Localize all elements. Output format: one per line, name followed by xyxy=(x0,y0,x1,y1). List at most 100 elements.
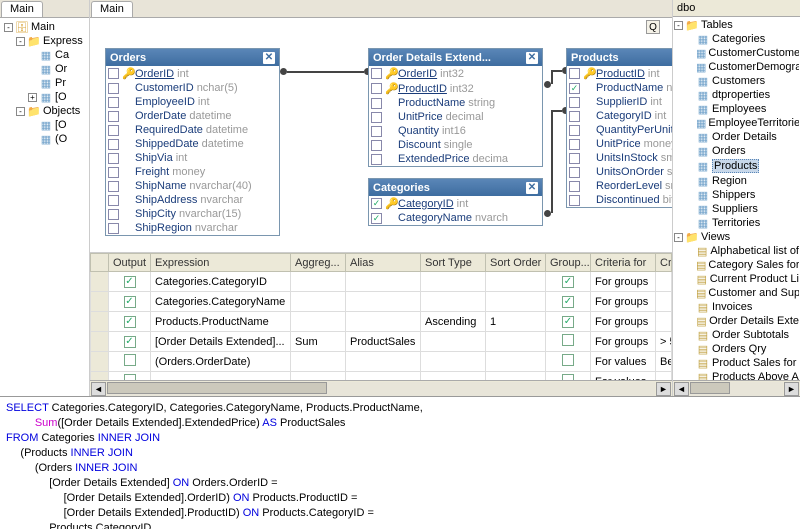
output-checkbox[interactable] xyxy=(124,354,136,366)
col-expression[interactable]: Expression xyxy=(151,254,291,272)
diagram-table-orders[interactable]: Orders✕ 🔑OrderID intCustomerID nchar(5)E… xyxy=(105,48,280,236)
tree-item[interactable]: ▤Customer and Sup xyxy=(674,286,799,300)
tree-item[interactable]: ▦Shippers xyxy=(674,188,799,202)
grid-cell[interactable]: For values xyxy=(591,372,656,381)
tree-toggle-icon[interactable]: - xyxy=(4,23,13,32)
grid-cell[interactable] xyxy=(421,272,486,292)
tree-item[interactable]: ▤Orders Qry xyxy=(674,342,799,356)
tree-item[interactable]: ▦Territories xyxy=(674,216,799,230)
column-checkbox[interactable]: ✓ xyxy=(569,83,580,94)
tree-toggle-icon[interactable]: + xyxy=(28,93,37,102)
close-icon[interactable]: ✕ xyxy=(263,52,275,64)
grid-cell[interactable]: > 5000 xyxy=(656,332,672,352)
column-checkbox[interactable] xyxy=(569,167,580,178)
tree-item[interactable]: ▦Customers xyxy=(674,74,799,88)
column-row[interactable]: RequiredDate datetime xyxy=(106,123,279,137)
grid-cell[interactable] xyxy=(656,272,672,292)
grid-cell[interactable] xyxy=(656,292,672,312)
grid-cell[interactable] xyxy=(291,352,346,372)
tree-item[interactable]: ▤Current Product Li xyxy=(674,272,799,286)
grid-cell[interactable]: For groups xyxy=(591,312,656,332)
grid-cell[interactable] xyxy=(656,312,672,332)
grid-row[interactable]: ✓Products.ProductNameAscending1✓For grou… xyxy=(91,312,672,332)
criteria-grid[interactable]: Output Expression Aggreg... Alias Sort T… xyxy=(90,253,672,380)
tree-item[interactable]: ▤Category Sales for xyxy=(674,258,799,272)
grid-hscroll[interactable]: ◄ ► xyxy=(90,380,672,396)
column-row[interactable]: ExtendedPrice decima xyxy=(369,152,542,166)
grid-cell[interactable]: [Order Details Extended]... xyxy=(151,332,291,352)
scroll-right-icon[interactable]: ► xyxy=(784,382,799,396)
tree-item[interactable]: ▦Employees xyxy=(674,102,799,116)
col-sortorder[interactable]: Sort Order xyxy=(486,254,546,272)
column-checkbox[interactable] xyxy=(569,125,580,136)
column-row[interactable]: ✓ProductName nvarch xyxy=(567,81,672,95)
output-checkbox[interactable]: ✓ xyxy=(124,296,136,308)
grid-cell[interactable] xyxy=(291,312,346,332)
tree-item[interactable]: ▦Categories xyxy=(674,32,799,46)
grid-cell[interactable]: For groups xyxy=(591,292,656,312)
tree-group[interactable]: -📁Tables xyxy=(674,18,799,32)
grid-cell[interactable]: 1 xyxy=(486,312,546,332)
column-row[interactable]: Quantity int16 xyxy=(369,124,542,138)
column-row[interactable]: 🔑ProductID int xyxy=(567,66,672,81)
grid-cell[interactable] xyxy=(151,372,291,381)
tree-item[interactable]: ▦Suppliers xyxy=(674,202,799,216)
column-checkbox[interactable] xyxy=(108,68,119,79)
column-checkbox[interactable]: ✓ xyxy=(371,213,382,224)
column-row[interactable]: ✓CategoryName nvarch xyxy=(369,211,542,225)
tree-node[interactable]: ▦(O xyxy=(2,132,87,146)
diagram-table-ode[interactable]: Order Details Extend...✕ 🔑OrderID int32🔑… xyxy=(368,48,543,167)
col-alias[interactable]: Alias xyxy=(346,254,421,272)
grid-cell[interactable] xyxy=(291,292,346,312)
column-checkbox[interactable] xyxy=(108,195,119,206)
column-row[interactable]: ShipName nvarchar(40) xyxy=(106,179,279,193)
tree-item[interactable]: ▤Order Subtotals xyxy=(674,328,799,342)
column-checkbox[interactable] xyxy=(108,111,119,122)
grouping-checkbox[interactable]: ✓ xyxy=(562,316,574,328)
toolbar-search-button[interactable]: Q xyxy=(646,20,660,34)
tree-toggle-icon[interactable]: - xyxy=(674,233,683,242)
tree-node[interactable]: ▦Ca xyxy=(2,48,87,62)
tree-item[interactable]: ▤Products Above A xyxy=(674,370,799,380)
tree-toggle-icon[interactable]: - xyxy=(16,107,25,116)
col-grouping[interactable]: Group... xyxy=(546,254,591,272)
diagram-area[interactable]: Q Orders✕ 🔑OrderID intCustomerID nchar(5… xyxy=(90,18,672,253)
column-row[interactable]: ShipVia int xyxy=(106,151,279,165)
tree-item[interactable]: ▦Region xyxy=(674,174,799,188)
diagram-table-categories[interactable]: Categories✕ ✓🔑CategoryID int✓CategoryNam… xyxy=(368,178,543,226)
column-row[interactable]: 🔑OrderID int xyxy=(106,66,279,81)
tree-item[interactable]: ▦dtproperties xyxy=(674,88,799,102)
grouping-checkbox[interactable] xyxy=(562,334,574,346)
column-row[interactable]: ProductName string xyxy=(369,96,542,110)
column-checkbox[interactable] xyxy=(569,139,580,150)
column-row[interactable]: Freight money xyxy=(106,165,279,179)
grid-row[interactable]: ✓[Order Details Extended]...SumProductSa… xyxy=(91,332,672,352)
grid-cell[interactable] xyxy=(346,352,421,372)
tree-item[interactable]: ▦Orders xyxy=(674,144,799,158)
grid-cell[interactable] xyxy=(421,332,486,352)
scroll-left-icon[interactable]: ◄ xyxy=(674,382,689,396)
grid-cell[interactable] xyxy=(656,372,672,381)
tree-node[interactable]: -📁Objects xyxy=(2,104,87,118)
column-checkbox[interactable] xyxy=(108,181,119,192)
scroll-right-icon[interactable]: ► xyxy=(656,382,671,396)
column-row[interactable]: UnitsOnOrder smallint xyxy=(567,165,672,179)
grid-cell[interactable] xyxy=(486,332,546,352)
column-checkbox[interactable] xyxy=(371,68,382,79)
tree-item[interactable]: ▤Product Sales for xyxy=(674,356,799,370)
grid-cell[interactable] xyxy=(421,292,486,312)
column-checkbox[interactable] xyxy=(569,97,580,108)
grid-row[interactable]: For values xyxy=(91,372,672,381)
grid-cell[interactable] xyxy=(291,272,346,292)
column-row[interactable]: 🔑ProductID int32 xyxy=(369,81,542,96)
column-checkbox[interactable]: ✓ xyxy=(371,198,382,209)
diagram-table-products[interactable]: Products✕ 🔑ProductID int✓ProductName nva… xyxy=(566,48,672,208)
grid-cell[interactable] xyxy=(486,292,546,312)
column-row[interactable]: QuantityPerUnit nvarch xyxy=(567,123,672,137)
grid-cell[interactable] xyxy=(421,372,486,381)
column-row[interactable]: ShipAddress nvarchar xyxy=(106,193,279,207)
grid-row[interactable]: (Orders.OrderDate)For valuesBetween '1/1… xyxy=(91,352,672,372)
output-checkbox[interactable]: ✓ xyxy=(124,336,136,348)
tree-node[interactable]: ▦Or xyxy=(2,62,87,76)
center-tab-main[interactable]: Main xyxy=(91,1,133,17)
